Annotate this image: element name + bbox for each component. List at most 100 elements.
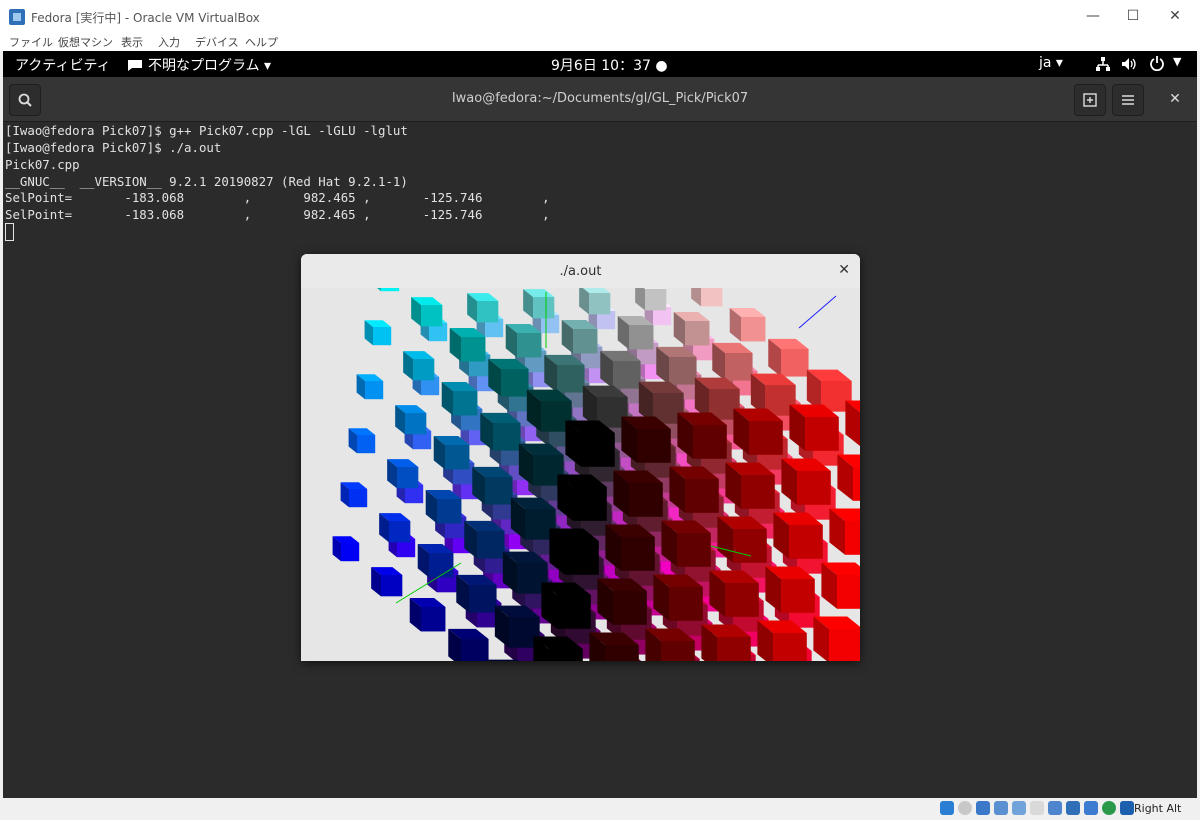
cube[interactable] [617, 315, 654, 350]
optical-drive-icon[interactable] [958, 801, 972, 815]
usb-icon[interactable] [1012, 801, 1026, 815]
cube[interactable] [372, 266, 400, 292]
cube[interactable] [661, 520, 711, 567]
cube[interactable] [600, 350, 641, 389]
virtualization-icon[interactable] [1084, 801, 1098, 815]
cube[interactable] [417, 543, 454, 578]
cube[interactable] [677, 412, 727, 459]
cube[interactable] [549, 528, 599, 575]
cube[interactable] [691, 277, 723, 307]
cube[interactable] [669, 466, 719, 513]
cube[interactable] [579, 285, 611, 315]
cube[interactable] [403, 351, 435, 381]
cube[interactable] [557, 474, 607, 521]
shared-folders-icon[interactable] [1030, 801, 1044, 815]
cube[interactable] [712, 342, 753, 381]
clock[interactable]: 9月6日 10：37 ● [551, 55, 668, 75]
maximize-button[interactable]: ☐ [1110, 0, 1156, 32]
cube[interactable] [729, 307, 766, 342]
system-menu-chevron-icon[interactable]: ▼ [1173, 55, 1181, 68]
app-menu[interactable]: 不明なプログラム ▾ [127, 55, 271, 75]
cube[interactable] [709, 570, 759, 617]
cube[interactable] [409, 597, 446, 632]
cube[interactable] [541, 582, 591, 629]
language-indicator[interactable]: ja ▾ [1039, 55, 1063, 71]
cube[interactable] [505, 323, 542, 358]
cube[interactable] [472, 466, 513, 505]
cube[interactable] [544, 354, 585, 393]
cube[interactable] [653, 574, 703, 621]
cube[interactable] [371, 567, 403, 597]
cube[interactable] [837, 454, 860, 501]
close-button[interactable]: ✕ [1152, 0, 1198, 32]
cube[interactable] [781, 458, 831, 505]
cube[interactable] [395, 405, 427, 435]
network-icon[interactable] [1095, 56, 1111, 72]
keyboard-icon[interactable] [1120, 801, 1134, 815]
display-icon[interactable] [1048, 801, 1062, 815]
cube[interactable] [765, 566, 815, 613]
cube[interactable] [340, 482, 368, 508]
cube[interactable] [411, 297, 443, 327]
cube[interactable] [526, 389, 572, 432]
cube[interactable] [768, 338, 809, 377]
cube[interactable] [635, 281, 667, 311]
cube[interactable] [613, 470, 663, 517]
cube[interactable] [379, 513, 411, 543]
cube[interactable] [449, 327, 486, 362]
menu-file[interactable]: ファイル [9, 34, 53, 50]
cube[interactable] [813, 616, 860, 661]
menu-input[interactable]: 入力 [158, 34, 180, 50]
cube[interactable] [773, 512, 823, 559]
cube[interactable] [425, 489, 462, 524]
cube[interactable] [348, 428, 376, 454]
cube[interactable] [387, 459, 419, 489]
terminal-close-button[interactable]: ✕ [1160, 84, 1190, 114]
mouse-integration-icon[interactable] [1102, 801, 1116, 815]
recording-icon[interactable] [1066, 801, 1080, 815]
menu-devices[interactable]: デバイス [195, 34, 239, 50]
cube[interactable] [518, 443, 564, 486]
cube[interactable] [494, 605, 540, 648]
hard-disk-icon[interactable] [940, 801, 954, 815]
cube[interactable] [467, 293, 499, 323]
cube[interactable] [364, 320, 392, 346]
menu-help[interactable]: ヘルプ [245, 34, 278, 50]
opengl-window[interactable]: ./a.out ✕ [301, 254, 860, 661]
opengl-canvas[interactable] [301, 254, 860, 661]
cube[interactable] [733, 408, 783, 455]
cube[interactable] [488, 358, 529, 397]
hamburger-menu-button[interactable] [1112, 84, 1144, 116]
cube[interactable] [464, 520, 505, 559]
cube[interactable] [605, 524, 655, 571]
cube[interactable] [433, 435, 470, 470]
cube[interactable] [523, 289, 555, 319]
network-adapter-icon[interactable] [994, 801, 1008, 815]
activities-button[interactable]: アクティビティ [15, 55, 111, 75]
cube[interactable] [456, 574, 497, 613]
power-icon[interactable] [1149, 55, 1165, 71]
cube[interactable] [332, 536, 360, 562]
menu-view[interactable]: 表示 [121, 34, 143, 50]
cube[interactable] [356, 374, 384, 400]
cube[interactable] [845, 400, 860, 447]
cube[interactable] [725, 462, 775, 509]
menu-machine[interactable]: 仮想マシン [58, 34, 113, 50]
cube[interactable] [656, 346, 697, 385]
cube[interactable] [789, 404, 839, 451]
cube[interactable] [561, 319, 598, 354]
cube[interactable] [480, 412, 521, 451]
audio-icon[interactable] [976, 801, 990, 815]
volume-icon[interactable] [1121, 56, 1137, 72]
cube[interactable] [829, 508, 860, 555]
cube[interactable] [448, 628, 489, 661]
cube[interactable] [565, 420, 615, 467]
cube[interactable] [510, 497, 556, 540]
cube[interactable] [621, 416, 671, 463]
opengl-window-titlebar[interactable]: ./a.out ✕ [301, 254, 860, 289]
new-tab-button[interactable] [1074, 84, 1106, 116]
cube[interactable] [673, 311, 710, 346]
cube[interactable] [441, 381, 478, 416]
cube[interactable] [821, 562, 860, 609]
cube[interactable] [597, 578, 647, 625]
